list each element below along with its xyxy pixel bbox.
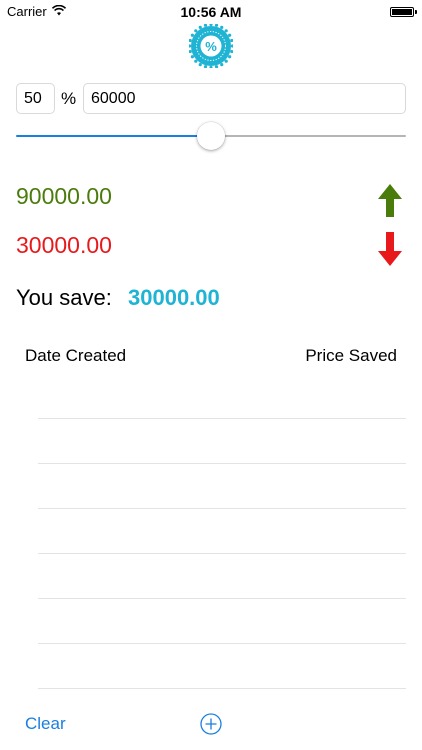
history-row[interactable]	[38, 644, 406, 689]
clear-button[interactable]: Clear	[25, 714, 66, 734]
history-row[interactable]	[38, 419, 406, 464]
arrow-down-icon	[378, 232, 402, 266]
slider-thumb[interactable]	[197, 122, 225, 150]
percent-badge-icon: %	[189, 24, 233, 68]
slider-track-filled[interactable]	[16, 135, 211, 137]
decreased-price-value: 30000.00	[16, 232, 112, 258]
history-row[interactable]	[38, 554, 406, 599]
amount-input[interactable]	[83, 83, 406, 114]
column-header-date-created: Date Created	[25, 346, 127, 365]
history-row[interactable]	[38, 374, 406, 419]
percent-symbol: %	[61, 89, 77, 108]
arrow-up-icon	[378, 184, 402, 217]
slider-track-empty[interactable]	[211, 135, 406, 137]
battery-icon	[390, 7, 417, 17]
you-save-value: 30000.00	[128, 285, 220, 310]
status-bar: Carrier 10:56 AM	[0, 0, 422, 24]
column-header-price-saved: Price Saved	[305, 346, 397, 365]
clock: 10:56 AM	[180, 4, 242, 20]
history-row[interactable]	[38, 509, 406, 554]
plus-circle-icon[interactable]	[200, 713, 222, 735]
increased-price-value: 90000.00	[16, 183, 112, 209]
percent-input[interactable]	[16, 83, 55, 114]
history-row[interactable]	[38, 599, 406, 644]
you-save-label: You save:	[16, 285, 112, 310]
logo-glyph: %	[205, 39, 217, 54]
history-row[interactable]	[38, 464, 406, 509]
